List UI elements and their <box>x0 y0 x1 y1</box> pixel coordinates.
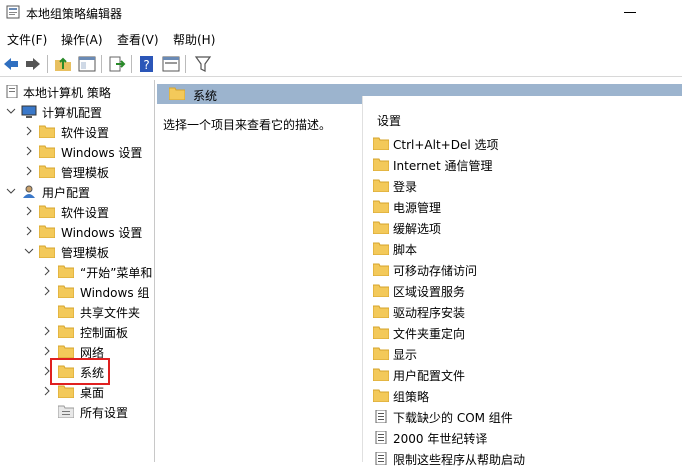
folder-icon <box>373 221 389 234</box>
folder-icon <box>58 265 74 278</box>
folder-icon <box>169 87 185 100</box>
policy-setting-icon <box>375 452 387 465</box>
chevron-down-icon[interactable] <box>24 246 34 256</box>
chevron-right-icon[interactable] <box>24 226 34 236</box>
policy-document-icon <box>6 85 18 98</box>
chevron-right-icon[interactable] <box>42 346 52 356</box>
folder-icon <box>373 347 389 360</box>
list-item-label: 下载缺少的 COM 组件 <box>393 411 513 425</box>
chevron-down-icon[interactable] <box>6 186 16 196</box>
folder-icon <box>373 284 389 297</box>
list-item-label: 显示 <box>393 348 418 362</box>
chevron-right-icon[interactable] <box>24 166 34 176</box>
export-list-icon[interactable] <box>108 55 126 73</box>
chevron-right-icon[interactable] <box>42 286 52 296</box>
properties-icon[interactable] <box>162 55 180 73</box>
list-item-label: 缓解选项 <box>393 222 442 236</box>
column-header-settings[interactable]: 设置 <box>377 112 401 129</box>
list-item-label: 驱动程序安装 <box>393 306 466 320</box>
folder-icon <box>373 179 389 192</box>
chevron-right-icon[interactable] <box>24 126 34 136</box>
computer-icon <box>21 105 37 118</box>
description-text: 选择一个项目来查看它的描述。 <box>163 118 332 132</box>
folder-icon <box>39 145 55 158</box>
folder-icon <box>373 137 389 150</box>
folder-icon <box>39 165 55 178</box>
folder-icon <box>58 285 74 298</box>
tree-pane: 本地计算机 策略 计算机配置 软件设置 Windows 设置 管理模板 用户配置… <box>0 80 155 462</box>
folder-icon <box>39 245 55 258</box>
all-settings-icon <box>58 405 74 418</box>
list-item-label: 登录 <box>393 180 418 194</box>
details-pane: 系统 选择一个项目来查看它的描述。 设置 Ctrl+Alt+Del 选项 Inte… <box>157 80 682 467</box>
chevron-right-icon[interactable] <box>24 146 34 156</box>
title-bar: 本地组策略编辑器 <box>0 0 682 26</box>
filter-icon[interactable] <box>194 55 212 73</box>
folder-icon <box>373 389 389 402</box>
folder-icon <box>373 158 389 171</box>
list-item-label: 文件夹重定向 <box>393 327 466 341</box>
user-icon <box>23 185 35 198</box>
chevron-right-icon[interactable] <box>42 386 52 396</box>
menu-file[interactable]: 文件(F) <box>7 31 47 48</box>
folder-icon <box>58 305 74 318</box>
highlight-box <box>50 358 110 385</box>
help-icon[interactable]: ? <box>138 55 156 73</box>
folder-icon <box>39 205 55 218</box>
list-item-label: 用户配置文件 <box>393 369 466 383</box>
folder-icon <box>39 125 55 138</box>
window-title: 本地组策略编辑器 <box>26 7 123 21</box>
forward-arrow-icon[interactable] <box>24 55 42 73</box>
folder-icon <box>58 385 74 398</box>
menu-action[interactable]: 操作(A) <box>61 31 103 48</box>
back-arrow-icon[interactable] <box>2 55 20 73</box>
folder-icon <box>373 326 389 339</box>
list-item-label: 脚本 <box>393 243 418 257</box>
menu-view[interactable]: 查看(V) <box>117 31 159 48</box>
list-item-label: 限制这些程序从帮助启动 <box>393 453 526 467</box>
folder-icon <box>58 325 74 338</box>
list-item-label: 电源管理 <box>393 201 442 215</box>
chevron-right-icon[interactable] <box>42 326 52 336</box>
show-hide-tree-icon[interactable] <box>78 55 96 73</box>
chevron-down-icon[interactable] <box>6 106 16 116</box>
menu-help[interactable]: 帮助(H) <box>173 31 215 48</box>
up-folder-icon[interactable] <box>54 55 72 73</box>
folder-icon <box>39 225 55 238</box>
chevron-right-icon[interactable] <box>42 266 52 276</box>
folder-icon <box>373 263 389 276</box>
list-item-label: Internet 通信管理 <box>393 159 493 173</box>
folder-icon <box>58 345 74 358</box>
policy-setting-icon <box>375 410 387 423</box>
list-item-label: 2000 年世纪转译 <box>393 432 488 446</box>
folder-icon <box>373 368 389 381</box>
menu-bar: 文件(F) 操作(A) 查看(V) 帮助(H) <box>0 29 682 49</box>
list-item-label: 组策略 <box>393 390 430 404</box>
chevron-right-icon[interactable] <box>24 206 34 216</box>
app-icon <box>6 5 20 19</box>
svg-text:?: ? <box>143 58 149 72</box>
list-item-label: Ctrl+Alt+Del 选项 <box>393 138 499 152</box>
minimize-button[interactable] <box>624 12 636 13</box>
description-panel: 选择一个项目来查看它的描述。 <box>157 104 362 462</box>
folder-icon <box>373 200 389 213</box>
toolbar: ? <box>0 51 682 77</box>
folder-icon <box>373 242 389 255</box>
list-item-label: 可移动存储访问 <box>393 264 478 278</box>
settings-list: 设置 Ctrl+Alt+Del 选项 Internet 通信管理 登录电源管理缓解选… <box>362 96 682 467</box>
list-item-label: 区域设置服务 <box>393 285 466 299</box>
pane-title: 系统 <box>193 89 218 103</box>
policy-setting-icon <box>375 431 387 444</box>
folder-icon <box>373 305 389 318</box>
